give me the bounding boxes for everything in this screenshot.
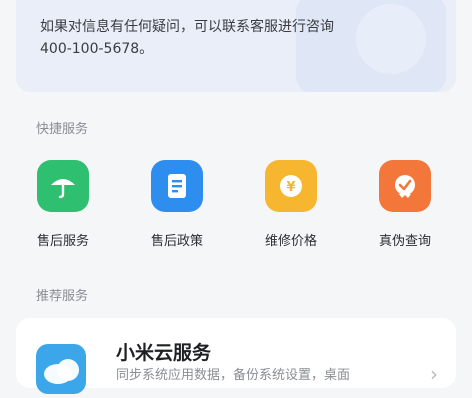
service-policy[interactable]: 售后政策 xyxy=(122,160,232,249)
contact-info-text: 如果对信息有任何疑问，可以联系客服进行咨询 400-100-5678。 xyxy=(40,16,400,60)
chevron-right-icon: › xyxy=(430,362,438,386)
contact-phone[interactable]: 400-100-5678。 xyxy=(40,38,400,60)
service-label: 售后服务 xyxy=(36,234,89,249)
xiaomi-cloud-card[interactable]: 小米云服务 同步系统应用数据，备份系统设置，桌面 › xyxy=(16,318,456,394)
service-repair-price[interactable]: ¥ 维修价格 xyxy=(236,160,346,249)
card-title: 小米云服务 xyxy=(116,342,212,364)
yen-coin-icon: ¥ xyxy=(265,160,317,212)
umbrella-icon xyxy=(37,160,89,212)
service-after-sales[interactable]: 售后服务 xyxy=(8,160,118,249)
check-badge-icon xyxy=(379,160,431,212)
document-icon xyxy=(151,160,203,212)
cloud-icon xyxy=(36,344,86,394)
service-label: 维修价格 xyxy=(264,234,317,249)
quick-services-title: 快捷服务 xyxy=(36,122,89,137)
service-label: 真伪查询 xyxy=(378,234,431,249)
service-authenticity-check[interactable]: 真伪查询 xyxy=(350,160,460,249)
service-label: 售后政策 xyxy=(150,234,203,249)
svg-text:¥: ¥ xyxy=(286,180,295,195)
recommended-services-title: 推荐服务 xyxy=(36,289,89,304)
contact-info-card: 如果对信息有任何疑问，可以联系客服进行咨询 400-100-5678。 xyxy=(16,0,456,92)
contact-info-line1: 如果对信息有任何疑问，可以联系客服进行咨询 xyxy=(40,19,334,35)
quick-services-grid: 售后服务 售后政策 ¥ 维修价格 真伪查询 xyxy=(0,160,472,250)
card-description: 同步系统应用数据，备份系统设置，桌面 xyxy=(116,368,351,383)
